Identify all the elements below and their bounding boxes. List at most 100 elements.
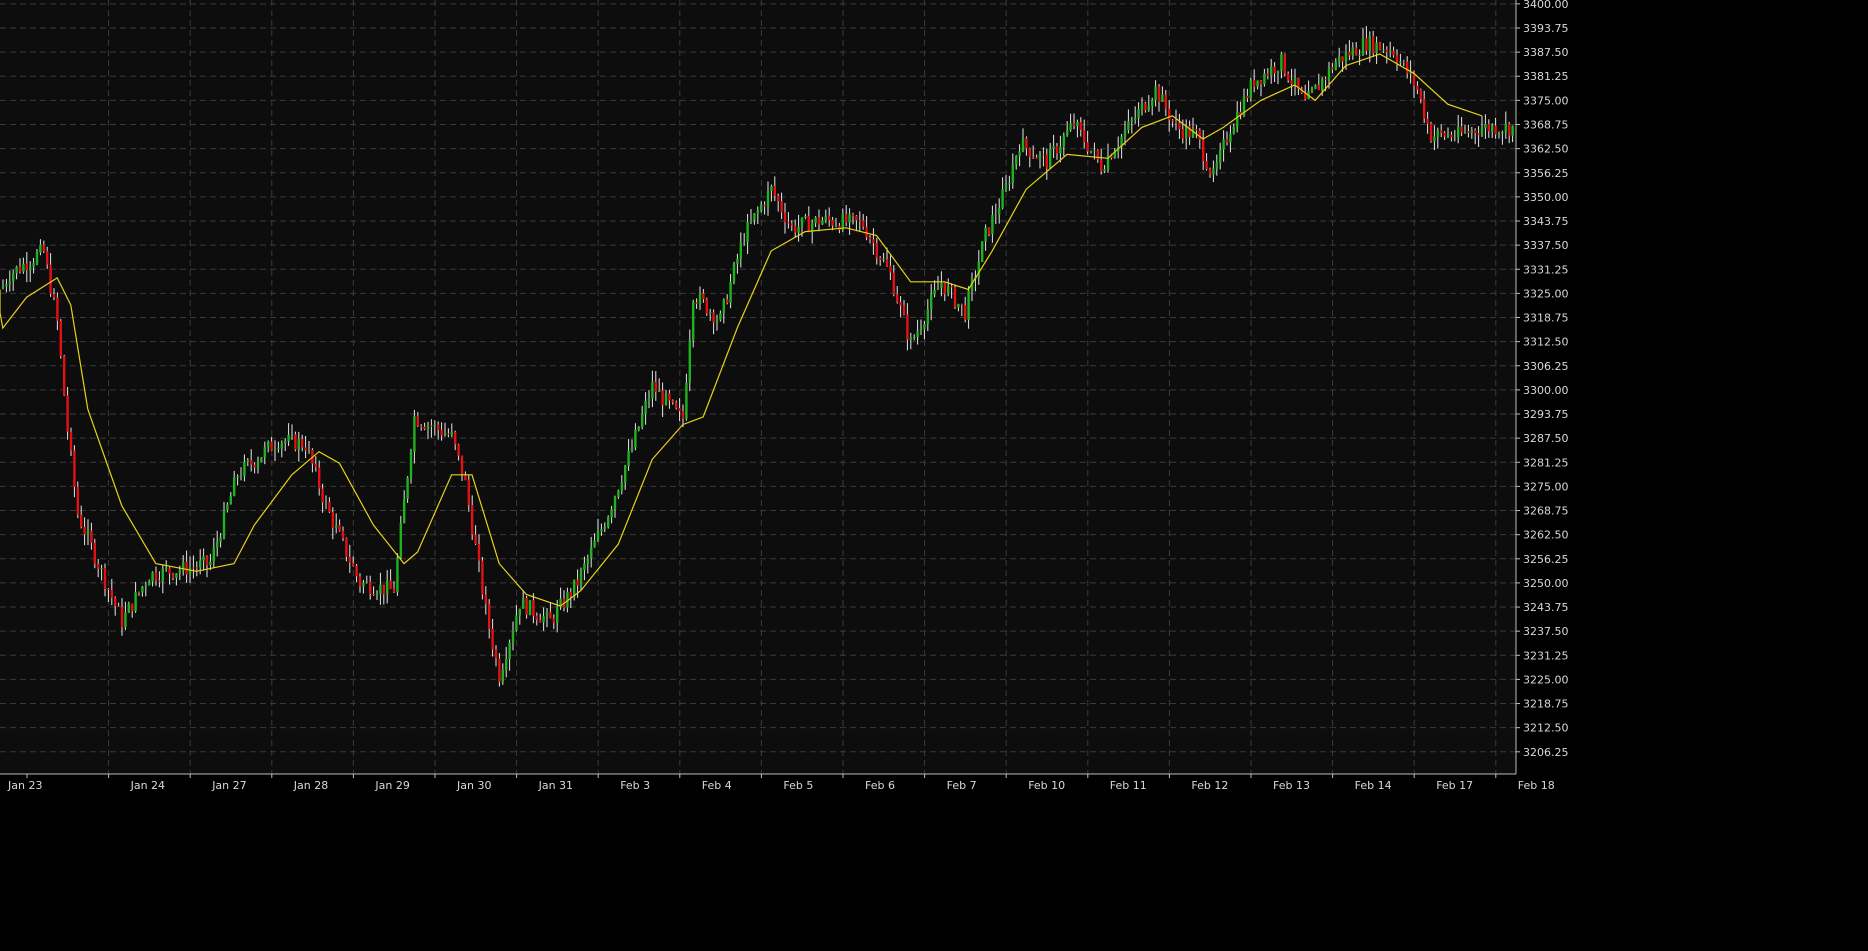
candle-up (692, 302, 695, 340)
candle-down (1042, 154, 1045, 156)
candle-up (981, 241, 984, 262)
candle-down (1178, 122, 1181, 130)
candle-up (1147, 105, 1150, 111)
candle-down (892, 272, 895, 295)
candle-down (828, 215, 831, 220)
candle-up (848, 214, 851, 223)
candle-up (644, 401, 647, 414)
candle-down (1487, 123, 1490, 132)
candle-up (256, 461, 260, 468)
candle-down (498, 658, 501, 682)
y-tick-label: 3231.25 (1523, 649, 1569, 662)
candle-up (413, 416, 416, 452)
candle-up (729, 281, 732, 303)
candle-up (940, 282, 943, 289)
candle-up (1161, 94, 1164, 102)
candle-down (420, 425, 423, 427)
candle-up (1338, 56, 1341, 62)
candle-down (1402, 61, 1405, 63)
candle-down (1035, 157, 1038, 159)
candle-down (1450, 134, 1453, 138)
candle-down (328, 501, 331, 512)
candle-down (1423, 99, 1426, 119)
candle-down (80, 514, 83, 527)
y-tick-label: 3400.00 (1523, 0, 1569, 11)
y-tick-label: 3212.50 (1523, 722, 1569, 735)
candle-down (1086, 142, 1089, 152)
candle-up (1501, 132, 1504, 134)
candle-down (885, 259, 889, 266)
candle-down (314, 463, 317, 468)
candle-down (1324, 78, 1327, 80)
candle-up (1134, 118, 1137, 120)
candle-up (1076, 122, 1079, 126)
candle-up (443, 433, 447, 436)
candle-up (1229, 133, 1232, 143)
candle-down (1208, 169, 1212, 175)
candle-down (1181, 129, 1184, 139)
candle-up (610, 509, 613, 518)
candle-up (1321, 78, 1324, 90)
candle-up (583, 563, 586, 571)
candle-up (5, 284, 8, 287)
candle-down (726, 299, 729, 303)
candle-up (1052, 146, 1055, 149)
candle-up (365, 581, 368, 583)
candle-up (39, 244, 42, 253)
candle-down (1253, 80, 1256, 87)
y-tick-label: 3237.50 (1523, 625, 1569, 638)
candle-down (18, 266, 22, 272)
candle-up (1334, 61, 1337, 70)
candle-up (1185, 126, 1188, 139)
candle-down (345, 538, 348, 557)
candle-down (1205, 160, 1208, 170)
candle-up (913, 337, 916, 339)
candle-down (171, 573, 175, 578)
candle-down (780, 201, 783, 213)
candle-up (715, 319, 719, 323)
candle-down (1164, 94, 1167, 109)
candle-down (1416, 85, 1419, 90)
candle-up (1215, 162, 1218, 169)
candle-up (770, 186, 773, 191)
candle-down (671, 400, 674, 403)
candle-down (1202, 139, 1205, 161)
candle-down (868, 237, 872, 240)
candle-up (1151, 100, 1154, 106)
candle-down (1443, 132, 1446, 137)
candle-up (1059, 146, 1062, 154)
candle-down (1378, 42, 1382, 50)
candle-up (1062, 135, 1065, 147)
candle-up (1463, 131, 1467, 133)
candle-down (331, 511, 334, 528)
candle-up (991, 214, 994, 235)
candle-up (753, 213, 756, 221)
candle-up (617, 490, 620, 497)
candle-down (321, 488, 324, 503)
candle-up (994, 214, 997, 216)
candle-down (1467, 131, 1470, 133)
candle-up (732, 263, 736, 282)
candle-down (42, 244, 45, 252)
candle-up (1069, 123, 1072, 131)
candle-up (1470, 130, 1473, 133)
candle-up (1222, 139, 1225, 150)
candle-up (698, 293, 702, 304)
candle-down (25, 263, 28, 271)
y-tick-label: 3250.00 (1523, 577, 1569, 590)
candle-down (831, 219, 834, 226)
candle-down (675, 402, 678, 409)
candle-up (709, 312, 712, 314)
y-tick-label: 3393.75 (1523, 22, 1569, 35)
candle-down (851, 214, 855, 216)
x-tick-label: Feb 11 (1110, 779, 1147, 792)
candle-up (246, 460, 249, 462)
candle-down (960, 303, 963, 306)
candle-up (1480, 128, 1484, 136)
candle-up (226, 504, 229, 511)
x-tick-label: Feb 4 (702, 779, 732, 792)
candle-down (1508, 123, 1511, 136)
candle-up (522, 598, 525, 609)
candle-down (66, 395, 69, 432)
candle-up (947, 286, 950, 294)
